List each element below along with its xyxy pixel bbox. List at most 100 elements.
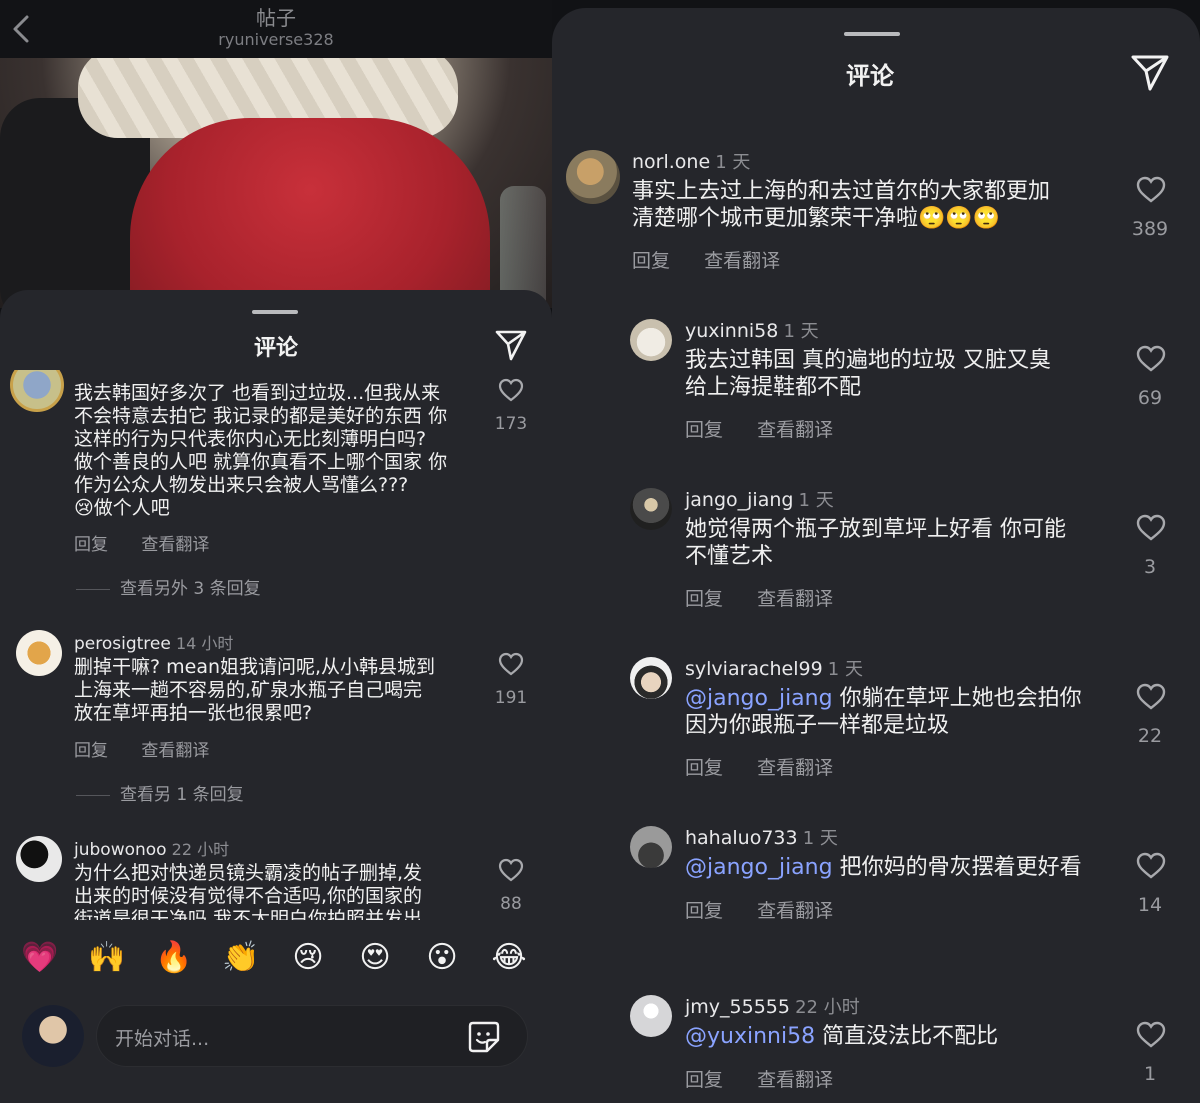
comment-time: 1 天 [715,152,751,173]
comment-username[interactable]: norl.one [632,151,710,173]
translate-button[interactable]: 查看翻译 [757,1069,833,1091]
comment-input[interactable]: 开始对话... [96,1005,528,1067]
comment-meta: jubowonoo 22 小时 [74,836,229,860]
comment-time: 22 小时 [795,997,860,1018]
reply-button[interactable]: 回复 [685,1069,723,1091]
avatar[interactable] [630,488,672,530]
comment-meta: sylviarachel99 1 天 [685,655,863,681]
heart-icon[interactable] [498,858,524,882]
comment-username[interactable]: jango_jiang [685,489,793,511]
comments-list: 我去韩国好多次了 也看到过垃圾...但我从来 不会特意去拍它 我记录的都是美好的… [0,370,552,920]
emoji-laughing[interactable]: 😂 [489,938,529,978]
send-icon[interactable] [494,328,528,362]
comment-text: @jango_jiang 你躺在草坪上她也会拍你 因为你跟瓶子一样都是垃圾 [685,686,1082,738]
comment-time: 1 天 [783,321,819,342]
reply-button[interactable]: 回复 [685,757,723,779]
comment-composer: 开始对话... [0,1003,552,1073]
comment-mention[interactable]: @jango_jiang [685,855,833,880]
avatar[interactable] [566,150,620,204]
emoji-surprised[interactable]: 😮 [422,938,462,978]
comment-meta: jmy_55555 22 小时 [685,993,860,1019]
comment-username[interactable]: perosigtree [74,634,171,654]
like-count: 22 [1137,725,1163,747]
comment-input-placeholder: 开始对话... [115,1028,210,1050]
translate-button[interactable]: 查看翻译 [757,419,833,441]
comment-username[interactable]: jubowonoo [74,840,167,860]
avatar[interactable] [10,370,64,412]
heart-icon[interactable] [1136,852,1166,880]
like-count: 1 [1143,1063,1157,1085]
comment-actions: 回复 查看翻译 [685,753,861,780]
comment-text: 我去韩国好多次了 也看到过垃圾...但我从来 不会特意去拍它 我记录的都是美好的… [74,382,448,519]
avatar[interactable] [16,630,62,676]
heart-icon[interactable] [1136,514,1166,542]
view-more-replies[interactable]: 查看另外 3 条回复 [76,574,261,599]
emoji-reaction-bar: 💗 🙌 🔥 👏 😢 😍 😮 😂 [0,938,552,994]
comment-actions: 回复 查看翻译 [685,1065,861,1092]
comment-meta: yuxinni58 1 天 [685,317,819,343]
send-icon[interactable] [1130,52,1170,92]
sheet-drag-handle[interactable] [844,32,900,36]
heart-icon[interactable] [498,378,524,402]
avatar[interactable] [16,836,62,882]
like-count: 3 [1143,556,1157,578]
emoji-clap[interactable]: 👏 [221,938,261,978]
comment-text: 为什么把对快递员镜头霸凌的帖子删掉,发 出来的时候没有觉得不合适吗,你的国家的 … [74,862,423,920]
post-title: 帖子 [256,6,296,30]
emoji-fire[interactable]: 🔥 [154,938,194,978]
emoji-heart-eyes[interactable]: 😍 [355,938,395,978]
post-username[interactable]: ryuniverse328 [0,30,552,49]
comment-username[interactable]: hahaluo733 [685,827,798,849]
avatar[interactable] [630,995,672,1037]
comment-meta: norl.one 1 天 [632,148,750,174]
like-count: 191 [494,688,528,708]
comment-text: @yuxinni58 简直没法比不配比 [685,1024,999,1049]
comment-actions: 回复 查看翻译 [685,415,861,442]
emoji-raised-hands[interactable]: 🙌 [87,938,127,978]
reply-button[interactable]: 回复 [632,250,670,272]
comment-time: 22 小时 [171,840,230,859]
reply-button[interactable]: 回复 [685,900,723,922]
comment-time: 14 小时 [175,634,234,653]
comment-username[interactable]: sylviarachel99 [685,658,823,680]
emoji-heart[interactable]: 💗 [20,938,60,978]
heart-icon[interactable] [498,652,524,676]
translate-button[interactable]: 查看翻译 [757,757,833,779]
comment-username[interactable]: jmy_55555 [685,996,790,1018]
heart-icon[interactable] [1136,176,1166,204]
emoji-crying[interactable]: 😢 [288,938,328,978]
comment-text: 她觉得两个瓶子放到草坪上好看 你可能 不懂艺术 [685,517,1066,569]
translate-button[interactable]: 查看翻译 [704,250,780,272]
avatar[interactable] [630,826,672,868]
view-more-replies[interactable]: 查看另 1 条回复 [76,780,244,805]
like-count: 69 [1137,387,1163,409]
avatar[interactable] [630,657,672,699]
comment-meta: perosigtree 14 小时 [74,630,233,654]
comment-mention[interactable]: @jango_jiang [685,686,833,711]
translate-button[interactable]: 查看翻译 [757,900,833,922]
comment-meta: hahaluo733 1 天 [685,824,838,850]
reply-button[interactable]: 回复 [685,419,723,441]
reply-button[interactable]: 回复 [74,741,108,761]
comment-actions: 回复 查看翻译 [632,246,808,273]
sticker-icon[interactable] [467,1020,501,1054]
comment-text: 我去过韩国 真的遍地的垃圾 又脏又臭 给上海提鞋都不配 [685,348,1051,400]
comment-actions: 回复 查看翻译 [685,584,861,611]
reply-button[interactable]: 回复 [74,535,108,555]
comment-time: 1 天 [827,659,863,680]
sheet-drag-handle[interactable] [252,310,298,314]
heart-icon[interactable] [1136,683,1166,711]
right-screenshot: 评论 norl.one 1 天 事实上去过上海的和去过首尔的大家都更加 清楚哪个… [552,8,1200,1103]
like-count: 14 [1137,894,1163,916]
comment-username[interactable]: yuxinni58 [685,320,778,342]
heart-icon[interactable] [1136,1021,1166,1049]
avatar[interactable] [630,319,672,361]
reply-button[interactable]: 回复 [685,588,723,610]
translate-button[interactable]: 查看翻译 [757,588,833,610]
heart-icon[interactable] [1136,345,1166,373]
translate-button[interactable]: 查看翻译 [141,741,209,761]
comment-text: 删掉干嘛? mean姐我请问呢,从小韩县城到 上海来一趟不容易的,矿泉水瓶子自己… [74,656,436,724]
photo-pants [130,118,490,308]
translate-button[interactable]: 查看翻译 [141,535,209,555]
comment-mention[interactable]: @yuxinni58 [685,1024,815,1049]
